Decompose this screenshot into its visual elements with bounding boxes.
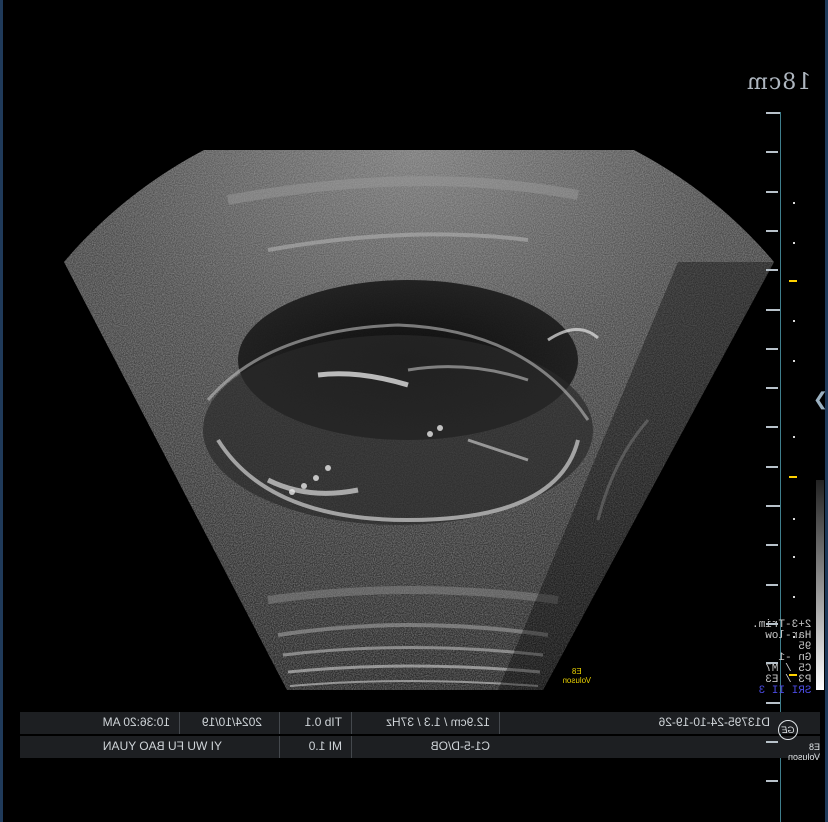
- probe-brand-model: E8: [571, 667, 582, 676]
- depth-tick: [766, 505, 780, 507]
- voluson-logo: GE E8 Voluson: [778, 720, 820, 762]
- ge-logo-icon: GE: [778, 720, 798, 740]
- scan-params: 12.9cm / 1.3 / 37Hz: [385, 715, 490, 729]
- depth-dot: [793, 242, 795, 244]
- info-row: D13795-24-10-19-26 12.9cm / 1.3 / 37Hz T…: [20, 712, 820, 734]
- divider: [279, 736, 280, 758]
- probe-preset: C1-5-D/OB: [430, 739, 490, 753]
- scan-sector: [64, 150, 774, 691]
- probe-brand-name: Voluson: [562, 676, 591, 685]
- depth-tick: [766, 622, 778, 625]
- depth-dot: [793, 360, 795, 362]
- scan-parameters: 2+3-Trim. Har-low 95 Gn -1 C5 / M7 P3 / …: [752, 619, 812, 697]
- info-row: C1-5-D/OB MI 1.0 YI WU FU BAO YUAN: [20, 736, 820, 758]
- scan-time: 10:36:20 AM: [102, 715, 170, 729]
- divider: [179, 712, 180, 734]
- chevron-right-icon[interactable]: ❯: [813, 389, 828, 410]
- brand-label: E8 Voluson: [788, 742, 820, 762]
- depth-dot: [793, 202, 795, 204]
- scan-date: 2024/10/19: [201, 715, 262, 729]
- depth-dot: [793, 320, 795, 322]
- depth-tick: [766, 583, 778, 586]
- grayscale-bar: [816, 480, 824, 690]
- depth-tick: [766, 112, 780, 114]
- mi-value: MI 1.0: [308, 739, 342, 753]
- depth-tick: [766, 269, 778, 272]
- depth-dot: [793, 436, 795, 438]
- brand-model: E8: [808, 742, 820, 752]
- depth-tick: [766, 465, 778, 468]
- depth-tick: [766, 190, 778, 193]
- divider: [499, 712, 500, 734]
- hospital-name: YI WU FU BAO YUAN: [102, 739, 222, 753]
- divider: [351, 712, 352, 734]
- tib-value: TIb 0.1: [304, 715, 342, 729]
- depth-tick: [766, 347, 778, 350]
- brand-name: Voluson: [787, 752, 820, 762]
- depth-tick: [766, 308, 780, 311]
- probe-brand-logo: E8 Voluson: [563, 667, 591, 685]
- depth-dot: [793, 596, 795, 598]
- depth-dot: [793, 518, 795, 520]
- depth-tick: [766, 426, 778, 429]
- focus-marker: [789, 476, 797, 478]
- depth-tick: [766, 662, 778, 665]
- depth-tick: [766, 701, 780, 704]
- param-line: SRI II 3: [758, 685, 812, 697]
- depth-tick: [766, 229, 778, 232]
- ultrasound-screen: 18cm ❯ 2+3-Trim. Har-low 95 Gn -1 C5 / M…: [0, 0, 828, 822]
- focus-marker: [789, 280, 797, 282]
- ultrasound-image: [64, 150, 774, 691]
- depth-tick: [766, 780, 778, 783]
- info-bar: D13795-24-10-19-26 12.9cm / 1.3 / 37Hz T…: [20, 712, 820, 760]
- depth-tick: [766, 740, 778, 743]
- divider: [351, 736, 352, 758]
- depth-dot: [793, 556, 795, 558]
- depth-tick: [766, 387, 778, 390]
- divider: [279, 712, 280, 734]
- depth-tick: [766, 151, 778, 154]
- patient-id: D13795-24-10-19-26: [658, 715, 770, 729]
- depth-tick: [766, 544, 778, 547]
- depth-label: 18cm: [746, 70, 812, 95]
